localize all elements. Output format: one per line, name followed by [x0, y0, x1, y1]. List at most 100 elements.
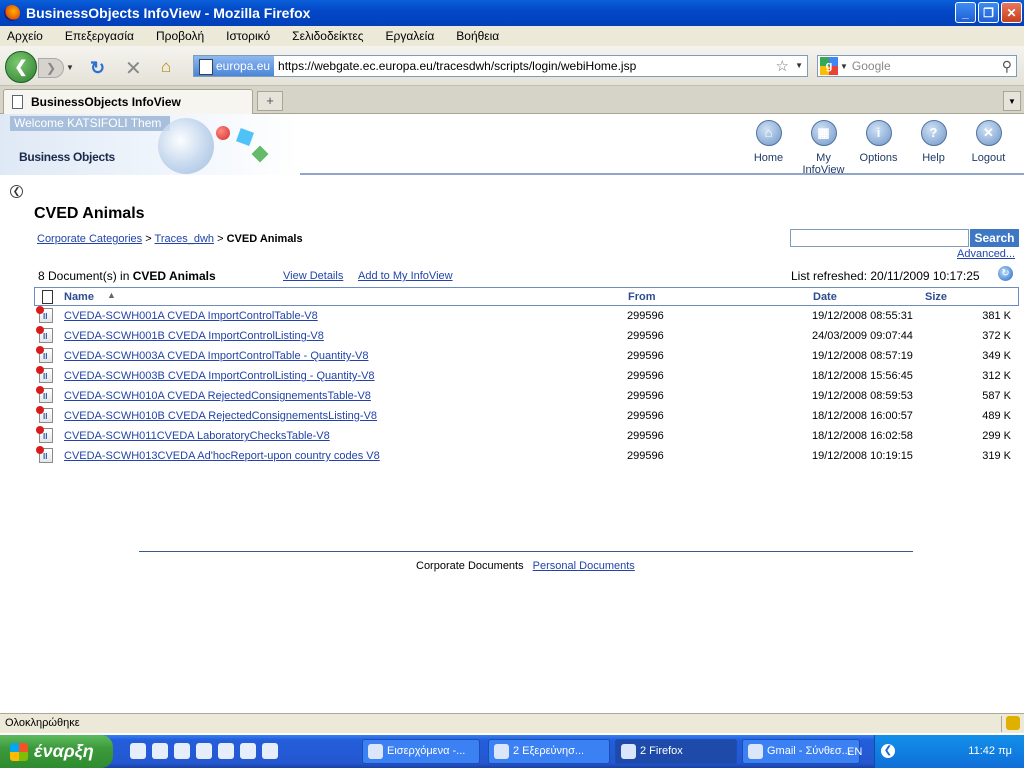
taskbar-item-explorer[interactable]: 2 Εξερεύνησ...: [488, 739, 610, 764]
tab-bar: BusinessObjects InfoView + ▼: [0, 86, 1024, 114]
document-name-link[interactable]: CVEDA-SCWH010B CVEDA RejectedConsignemen…: [64, 410, 377, 422]
menu-help[interactable]: Βοήθεια: [453, 29, 502, 43]
webi-document-icon[interactable]: [36, 366, 53, 383]
language-indicator[interactable]: EN: [847, 746, 862, 758]
nav-logout-label: Logout: [971, 152, 1006, 164]
nav-home[interactable]: ⌂ Home: [741, 120, 796, 176]
powerpoint-quicklaunch-icon[interactable]: [262, 743, 278, 759]
taskbar-item-inbox[interactable]: Εισερχόμενα -...: [362, 739, 480, 764]
add-to-my-infoview-link[interactable]: Add to My InfoView: [358, 270, 453, 282]
maximize-button[interactable]: ❐: [978, 2, 999, 23]
column-name[interactable]: Name: [64, 291, 94, 303]
breadcrumb-separator: >: [217, 233, 224, 245]
forward-button[interactable]: ❯: [38, 58, 64, 78]
nav-my-infoview[interactable]: ▦ My InfoView: [796, 120, 851, 176]
document-name-link[interactable]: CVEDA-SCWH001B CVEDA ImportControlListin…: [64, 330, 324, 342]
view-details-link[interactable]: View Details: [283, 270, 343, 282]
document-table: Name ▲ From Date Size CVEDA-SCWH001A CVE…: [34, 287, 1019, 466]
nav-help[interactable]: ? Help: [906, 120, 961, 176]
webi-document-icon[interactable]: [36, 306, 53, 323]
webi-document-icon[interactable]: [36, 426, 53, 443]
webi-document-icon[interactable]: [36, 326, 53, 343]
footer-links: Corporate Documents Personal Documents: [416, 560, 635, 572]
breadcrumb-corporate-categories[interactable]: Corporate Categories: [37, 233, 142, 245]
url-text[interactable]: https://webgate.ec.europa.eu/tracesdwh/s…: [278, 59, 636, 73]
tray-expand-icon[interactable]: ❮: [881, 744, 895, 758]
menu-edit[interactable]: Επεξεργασία: [62, 29, 137, 43]
document-date: 24/03/2009 09:07:44: [812, 330, 913, 342]
document-quicklaunch-icon[interactable]: [152, 743, 168, 759]
table-row: CVEDA-SCWH010A CVEDA RejectedConsignemen…: [34, 386, 1019, 406]
advanced-search-link[interactable]: Advanced...: [957, 248, 1015, 260]
refresh-icon[interactable]: ↻: [998, 266, 1013, 281]
google-icon[interactable]: g: [820, 57, 838, 75]
webi-document-icon[interactable]: [36, 446, 53, 463]
document-name-link[interactable]: CVEDA-SCWH003A CVEDA ImportControlTable …: [64, 350, 368, 362]
menu-view[interactable]: Προβολή: [153, 29, 207, 43]
document-name-link[interactable]: CVEDA-SCWH001A CVEDA ImportControlTable-…: [64, 310, 318, 322]
breadcrumb-traces-dwh[interactable]: Traces_dwh: [155, 233, 215, 245]
stop-icon[interactable]: ✕: [125, 56, 142, 81]
menu-file[interactable]: Αρχείο: [4, 29, 46, 43]
excel-quicklaunch-icon[interactable]: [240, 743, 256, 759]
search-input[interactable]: Google: [852, 59, 1002, 73]
taskbar-item-firefox[interactable]: 2 Firefox: [615, 739, 737, 764]
document-name-link[interactable]: CVEDA-SCWH010A CVEDA RejectedConsignemen…: [64, 390, 371, 402]
ie-quicklaunch-icon[interactable]: [174, 743, 190, 759]
menu-history[interactable]: Ιστορικό: [223, 29, 273, 43]
footer-divider: [139, 551, 913, 552]
menu-tools[interactable]: Εργαλεία: [383, 29, 438, 43]
start-button[interactable]: έναρξη: [0, 735, 113, 768]
back-button[interactable]: ❮: [5, 51, 37, 83]
desktop-quicklaunch-icon[interactable]: [196, 743, 212, 759]
nav-home-label: Home: [753, 152, 784, 164]
menu-bookmarks[interactable]: Σελιδοδείκτες: [289, 29, 366, 43]
sort-ascending-icon[interactable]: ▲: [107, 290, 116, 300]
firefox-quicklaunch-icon[interactable]: [130, 743, 146, 759]
document-from: 299596: [627, 390, 664, 402]
search-engine-dropdown-icon[interactable]: ▼: [840, 62, 848, 71]
document-from: 299596: [627, 350, 664, 362]
quick-launch: [130, 743, 278, 759]
table-row: CVEDA-SCWH011CVEDA LaboratoryChecksTable…: [34, 426, 1019, 446]
tab-infoview[interactable]: BusinessObjects InfoView: [3, 89, 253, 114]
search-button[interactable]: Search: [970, 229, 1019, 247]
lock-icon[interactable]: [1006, 716, 1020, 730]
new-tab-button[interactable]: +: [257, 91, 283, 111]
personal-documents-link[interactable]: Personal Documents: [533, 560, 635, 572]
nav-logout[interactable]: ✕ Logout: [961, 120, 1016, 176]
url-dropdown-icon[interactable]: ▼: [795, 61, 803, 70]
table-row: CVEDA-SCWH001A CVEDA ImportControlTable-…: [34, 306, 1019, 326]
windows-taskbar: έναρξη Εισερχόμενα -... 2 Εξερεύνησ... 2…: [0, 735, 1024, 768]
close-button[interactable]: ✕: [1001, 2, 1022, 23]
tab-list-dropdown-icon[interactable]: ▼: [1003, 91, 1021, 111]
corporate-documents-link[interactable]: Corporate Documents: [416, 560, 524, 572]
document-name-link[interactable]: CVEDA-SCWH013CVEDA Ad'hocReport-upon cou…: [64, 450, 380, 462]
header-banner: Welcome KATSIFOLI Them Business Objects: [0, 114, 300, 175]
search-bar[interactable]: g ▼ Google ⚲: [817, 55, 1017, 77]
webi-document-icon[interactable]: [36, 386, 53, 403]
table-row: CVEDA-SCWH003A CVEDA ImportControlTable …: [34, 346, 1019, 366]
home-icon[interactable]: ⌂: [161, 57, 171, 77]
site-identity-button[interactable]: europa.eu: [194, 56, 275, 76]
help-icon: ?: [920, 120, 947, 146]
webi-document-icon[interactable]: [36, 346, 53, 363]
document-name-link[interactable]: CVEDA-SCWH011CVEDA LaboratoryChecksTable…: [64, 430, 330, 442]
collapse-panel-icon[interactable]: ❮: [10, 185, 23, 198]
document-search-input[interactable]: [790, 229, 969, 247]
url-bar[interactable]: europa.eu https://webgate.ec.europa.eu/t…: [193, 55, 808, 77]
webi-document-icon[interactable]: [36, 406, 53, 423]
column-size[interactable]: Size: [925, 291, 947, 303]
document-name-link[interactable]: CVEDA-SCWH003B CVEDA ImportControlListin…: [64, 370, 375, 382]
column-from[interactable]: From: [628, 291, 656, 303]
column-date[interactable]: Date: [813, 291, 837, 303]
history-dropdown-icon[interactable]: ▼: [66, 63, 74, 72]
minimize-button[interactable]: _: [955, 2, 976, 23]
word-quicklaunch-icon[interactable]: [218, 743, 234, 759]
document-date: 19/12/2008 08:55:31: [812, 310, 913, 322]
nav-options[interactable]: i Options: [851, 120, 906, 176]
taskbar-item-gmail[interactable]: Gmail - Σύνθεσ...: [742, 739, 860, 764]
bookmark-star-icon[interactable]: ☆: [776, 57, 789, 75]
magnifier-icon[interactable]: ⚲: [1002, 58, 1012, 75]
reload-icon[interactable]: ↻: [90, 58, 105, 79]
